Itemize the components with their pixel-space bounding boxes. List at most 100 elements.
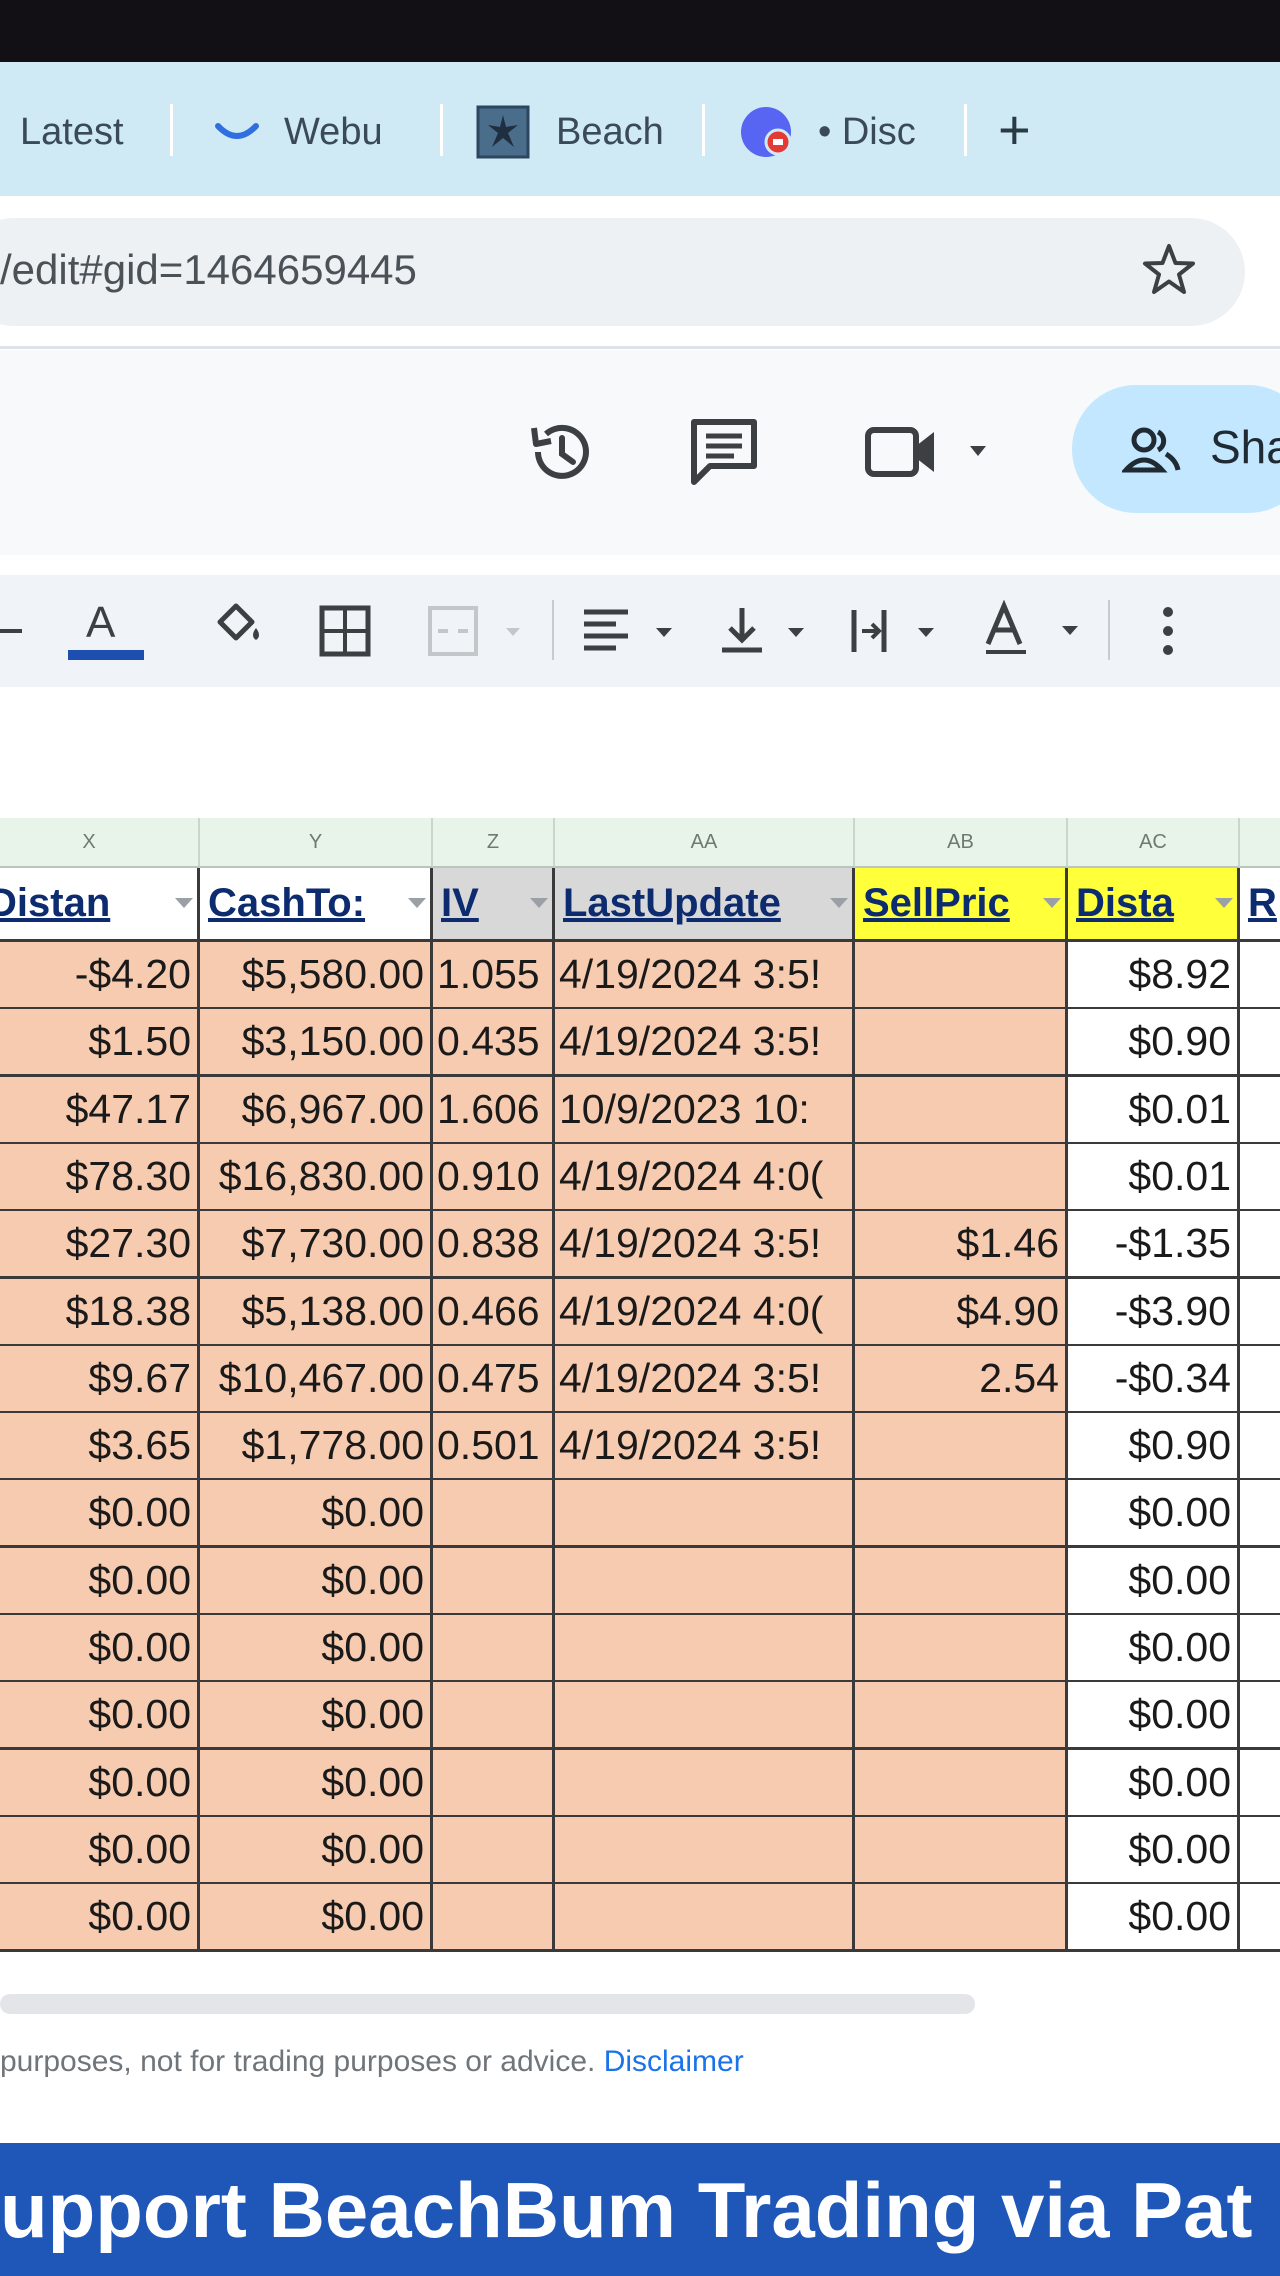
table-cell[interactable]: $0.00	[0, 1750, 200, 1818]
table-cell[interactable]: $0.00	[200, 1480, 433, 1548]
table-cell[interactable]	[855, 1144, 1068, 1212]
table-cell[interactable]	[855, 1682, 1068, 1750]
table-cell[interactable]: $3.65	[0, 1413, 200, 1481]
table-cell[interactable]	[1240, 1279, 1280, 1347]
table-cell[interactable]: $5,138.00	[200, 1279, 433, 1347]
table-cell[interactable]: $0.00	[1068, 1750, 1240, 1818]
table-cell[interactable]	[555, 1682, 855, 1750]
text-wrap-icon[interactable]	[848, 604, 948, 658]
table-cell[interactable]: 10/9/2023 10:	[555, 1077, 855, 1145]
table-cell[interactable]: 0.475	[433, 1346, 555, 1414]
table-cell[interactable]: 0.910	[433, 1144, 555, 1212]
table-cell[interactable]: 0.435	[433, 1009, 555, 1077]
table-cell[interactable]	[555, 1480, 855, 1548]
more-icon[interactable]	[1156, 604, 1180, 658]
table-cell[interactable]: $47.17	[0, 1077, 200, 1145]
table-cell[interactable]: $0.01	[1068, 1077, 1240, 1145]
valign-icon[interactable]	[718, 604, 818, 658]
table-cell[interactable]: $27.30	[0, 1211, 200, 1279]
horizontal-scrollbar[interactable]	[0, 1994, 975, 2014]
table-cell[interactable]: $9.67	[0, 1346, 200, 1414]
text-rotate-icon[interactable]	[982, 600, 1092, 658]
table-cell[interactable]: $0.00	[1068, 1480, 1240, 1548]
filter-dropdown-icon[interactable]	[408, 898, 426, 908]
table-cell[interactable]: $0.00	[0, 1682, 200, 1750]
column-letter-header[interactable]: Y	[200, 818, 433, 868]
table-cell[interactable]	[855, 942, 1068, 1010]
field-header[interactable]: CashTo:	[200, 868, 433, 942]
table-cell[interactable]	[1240, 1077, 1280, 1145]
table-cell[interactable]	[855, 1884, 1068, 1952]
table-cell[interactable]: 1.055	[433, 942, 555, 1010]
table-cell[interactable]	[1240, 1346, 1280, 1414]
table-cell[interactable]: $0.90	[1068, 1009, 1240, 1077]
filter-dropdown-icon[interactable]	[1043, 898, 1061, 908]
table-cell[interactable]: $78.30	[0, 1144, 200, 1212]
table-cell[interactable]: 0.466	[433, 1279, 555, 1347]
table-cell[interactable]: $8.92	[1068, 942, 1240, 1010]
history-icon[interactable]	[524, 414, 600, 490]
table-cell[interactable]: $0.00	[200, 1682, 433, 1750]
table-cell[interactable]	[433, 1480, 555, 1548]
table-cell[interactable]: $0.00	[200, 1817, 433, 1885]
table-cell[interactable]: $0.00	[0, 1548, 200, 1616]
table-cell[interactable]	[855, 1480, 1068, 1548]
table-cell[interactable]: $0.00	[1068, 1817, 1240, 1885]
table-cell[interactable]: $7,730.00	[200, 1211, 433, 1279]
table-cell[interactable]: 4/19/2024 3:5!	[555, 942, 855, 1010]
field-header[interactable]: Dista	[1068, 868, 1240, 942]
tab-webull[interactable]: Webu	[212, 100, 402, 164]
table-cell[interactable]	[433, 1615, 555, 1683]
table-cell[interactable]	[1240, 1817, 1280, 1885]
table-cell[interactable]: -$1.35	[1068, 1211, 1240, 1279]
field-header[interactable]: Distan	[0, 868, 200, 942]
table-cell[interactable]	[1240, 1211, 1280, 1279]
column-letter-header[interactable]	[1240, 818, 1280, 868]
table-cell[interactable]	[1240, 1615, 1280, 1683]
table-cell[interactable]	[855, 1548, 1068, 1616]
field-header[interactable]: R	[1240, 868, 1280, 942]
table-cell[interactable]	[1240, 1144, 1280, 1212]
table-cell[interactable]: $0.00	[1068, 1615, 1240, 1683]
table-cell[interactable]: $18.38	[0, 1279, 200, 1347]
table-cell[interactable]	[1240, 1682, 1280, 1750]
table-cell[interactable]: 0.838	[433, 1211, 555, 1279]
field-header[interactable]: LastUpdate	[555, 868, 855, 942]
table-cell[interactable]: $1.46	[855, 1211, 1068, 1279]
field-header[interactable]: IV	[433, 868, 555, 942]
table-cell[interactable]: $0.00	[200, 1548, 433, 1616]
text-color-button[interactable]: A	[68, 598, 144, 662]
table-cell[interactable]: $10,467.00	[200, 1346, 433, 1414]
table-cell[interactable]: $6,967.00	[200, 1077, 433, 1145]
table-cell[interactable]: 4/19/2024 3:5!	[555, 1413, 855, 1481]
table-cell[interactable]: 4/19/2024 4:0(	[555, 1279, 855, 1347]
table-cell[interactable]: $5,580.00	[200, 942, 433, 1010]
table-cell[interactable]	[1240, 1009, 1280, 1077]
table-cell[interactable]	[1240, 1480, 1280, 1548]
table-cell[interactable]	[555, 1817, 855, 1885]
star-icon[interactable]	[1138, 240, 1200, 302]
table-cell[interactable]	[855, 1077, 1068, 1145]
table-cell[interactable]: $1.50	[0, 1009, 200, 1077]
tab-discord[interactable]: • Disc	[738, 100, 928, 164]
table-cell[interactable]: 4/19/2024 3:5!	[555, 1211, 855, 1279]
table-cell[interactable]: $4.90	[855, 1279, 1068, 1347]
table-cell[interactable]: $0.00	[1068, 1548, 1240, 1616]
column-letter-header[interactable]: AA	[555, 818, 855, 868]
table-cell[interactable]	[1240, 1884, 1280, 1952]
filter-dropdown-icon[interactable]	[1215, 898, 1233, 908]
table-cell[interactable]: 4/19/2024 4:0(	[555, 1144, 855, 1212]
table-cell[interactable]	[555, 1884, 855, 1952]
column-letter-header[interactable]: AB	[855, 818, 1068, 868]
table-cell[interactable]: $0.00	[200, 1884, 433, 1952]
comment-icon[interactable]	[686, 414, 762, 490]
tab-beach[interactable]: Beach	[476, 100, 676, 164]
table-cell[interactable]: $0.00	[0, 1480, 200, 1548]
table-cell[interactable]	[1240, 942, 1280, 1010]
table-cell[interactable]: -$3.90	[1068, 1279, 1240, 1347]
column-letter-header[interactable]: X	[0, 818, 200, 868]
table-cell[interactable]: $0.00	[0, 1817, 200, 1885]
table-cell[interactable]: $0.00	[0, 1615, 200, 1683]
table-cell[interactable]: $1,778.00	[200, 1413, 433, 1481]
table-cell[interactable]: $0.00	[200, 1750, 433, 1818]
